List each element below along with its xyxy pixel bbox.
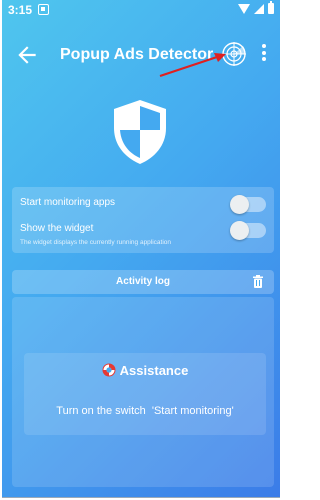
app-screen: 3:15 Popup Ads Detector Start monitoring… <box>2 0 280 498</box>
show-widget-description: The widget displays the currently runnin… <box>20 239 172 246</box>
start-monitoring-toggle[interactable] <box>230 195 266 214</box>
status-time: 3:15 <box>8 3 33 17</box>
status-icons <box>238 1 274 14</box>
annotation-arrow <box>159 53 226 78</box>
toggle-knob <box>230 195 249 214</box>
show-widget-label: Show the widget <box>20 223 94 234</box>
lifebuoy-icon <box>102 363 116 377</box>
battery-icon <box>268 1 274 14</box>
signal-icon <box>254 3 264 14</box>
start-monitoring-label: Start monitoring apps <box>20 197 116 208</box>
back-arrow-icon[interactable] <box>14 42 40 68</box>
more-options-icon[interactable] <box>260 44 268 66</box>
activity-log-header: Activity log <box>12 270 274 294</box>
assistance-heading: Assistance <box>24 363 266 378</box>
show-widget-toggle[interactable] <box>230 221 266 240</box>
assistance-card: Assistance Turn on the switch 'Start mon… <box>24 353 266 435</box>
shield-icon <box>114 100 166 164</box>
toggle-knob <box>230 221 249 240</box>
status-bar: 3:15 <box>2 0 280 20</box>
wifi-icon <box>238 3 250 14</box>
assistance-title: Assistance <box>119 363 189 378</box>
notification-icon <box>38 4 49 15</box>
trash-icon[interactable] <box>253 275 263 288</box>
settings-card: Start monitoring apps Show the widget Th… <box>12 187 274 253</box>
assistance-message: Turn on the switch 'Start monitoring' <box>56 405 234 417</box>
activity-log-title: Activity log <box>116 276 170 287</box>
activity-log-list: Assistance Turn on the switch 'Start mon… <box>12 297 274 487</box>
app-bar: Popup Ads Detector <box>2 36 280 76</box>
